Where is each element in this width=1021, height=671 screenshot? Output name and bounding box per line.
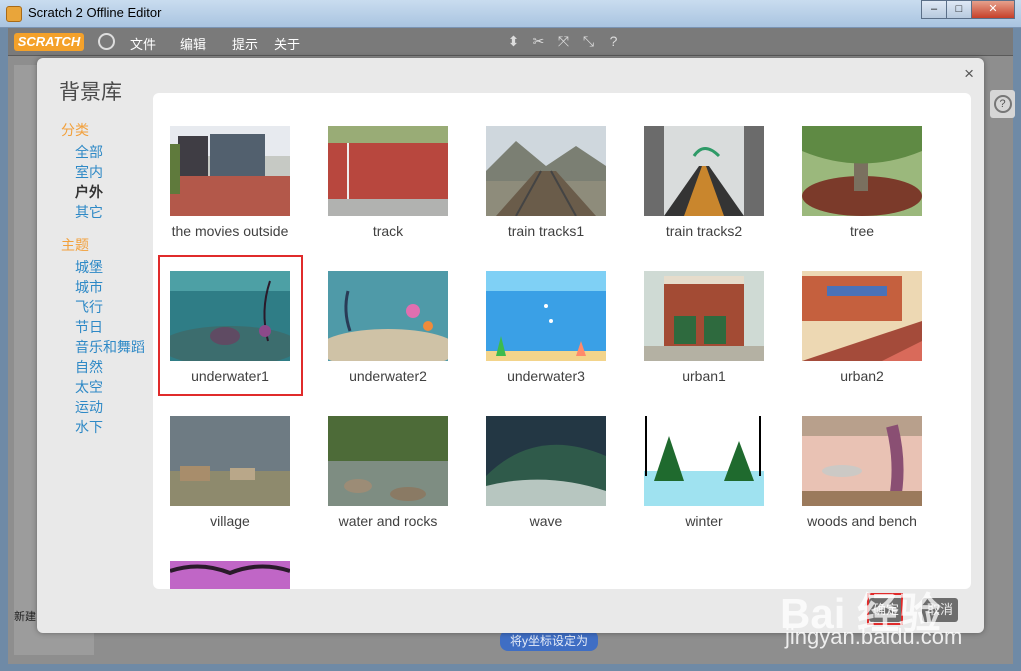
dialog-close-icon[interactable]: × [964, 64, 974, 84]
highlight-box-selected-tile [158, 255, 303, 396]
backdrop-label: underwater2 [349, 368, 427, 384]
backdrop-label: winter [685, 513, 723, 529]
cut-icon[interactable]: ✂ [530, 33, 547, 50]
theme-nature[interactable]: 自然 [75, 357, 103, 377]
menu-tips[interactable]: 提示 [232, 34, 258, 53]
dialog-title: 背景库 [59, 81, 122, 104]
backdrop-tile[interactable] [153, 528, 297, 589]
category-other[interactable]: 其它 [75, 202, 103, 222]
backdrop-thumbnail [328, 126, 448, 216]
maximize-button[interactable]: □ [946, 0, 972, 19]
backdrop-thumbnail [802, 126, 922, 216]
backdrop-thumbnail [170, 561, 290, 589]
backdrop-label: urban1 [682, 368, 726, 384]
backdrop-label: village [210, 513, 250, 529]
backdrop-tile[interactable]: winter [627, 383, 771, 529]
shrink-icon[interactable]: ⤡ [580, 33, 597, 50]
theme-underwater[interactable]: 水下 [75, 417, 103, 437]
backdrop-label: track [372, 223, 404, 239]
backdrop-thumbnail [644, 126, 764, 216]
window-title: Scratch 2 Offline Editor [28, 5, 162, 20]
themes-heading: 主题 [61, 237, 89, 253]
category-all[interactable]: 全部 [75, 142, 103, 162]
backdrop-label: train tracks2 [665, 223, 743, 239]
scratch-cat-icon [6, 6, 22, 22]
theme-sports[interactable]: 运动 [75, 397, 103, 417]
category-indoors[interactable]: 室内 [75, 162, 103, 182]
backdrop-label: wave [529, 513, 563, 529]
backdrop-tile[interactable]: tree [785, 93, 929, 239]
theme-flying[interactable]: 飞行 [75, 297, 103, 317]
menu-about[interactable]: 关于 [274, 34, 300, 53]
menu-file[interactable]: 文件 [130, 34, 156, 53]
backdrop-thumbnail [802, 416, 922, 506]
backdrop-label: woods and bench [807, 513, 917, 529]
tips-button[interactable]: ? [990, 90, 1015, 118]
toolbar: ⬍ ✂ ⤧ ⤡ ? [505, 33, 622, 50]
menu-edit[interactable]: 编辑 [180, 34, 206, 53]
categories-heading: 分类 [61, 122, 89, 138]
backdrop-tile[interactable]: underwater2 [311, 238, 455, 384]
question-icon: ? [993, 95, 1012, 113]
backdrop-thumbnail [328, 271, 448, 361]
backdrop-tile[interactable]: urban2 [785, 238, 929, 384]
backdrop-thumbnail [328, 416, 448, 506]
watermark-url: jingyan.baidu.com [785, 624, 963, 649]
backdrop-label: train tracks1 [507, 223, 585, 239]
backdrop-tile[interactable]: urban1 [627, 238, 771, 384]
backdrop-tile[interactable]: village [153, 383, 297, 529]
backdrop-tile[interactable]: woods and bench [785, 383, 929, 529]
theme-castle[interactable]: 城堡 [75, 257, 103, 277]
backdrop-tile[interactable]: underwater3 [469, 238, 613, 384]
backdrop-thumbnail [170, 416, 290, 506]
globe-icon[interactable] [98, 33, 115, 50]
theme-space[interactable]: 太空 [75, 377, 103, 397]
backdrop-tile[interactable]: wave [469, 383, 613, 529]
scratch-menubar: SCRATCH 文件 编辑 提示 关于 ⬍ ✂ ⤧ ⤡ ? [8, 28, 1013, 56]
backdrop-thumbnail [486, 126, 606, 216]
backdrop-thumbnail [486, 271, 606, 361]
backdrop-thumbnail [486, 416, 606, 506]
backdrop-thumbnail [170, 126, 290, 216]
grow-icon[interactable]: ⤧ [555, 33, 572, 50]
scratch-logo[interactable]: SCRATCH [14, 33, 84, 51]
backdrop-tile[interactable]: water and rocks [311, 383, 455, 529]
backdrop-tile[interactable]: track [311, 93, 455, 239]
backdrop-thumbnail [644, 271, 764, 361]
theme-music-dance[interactable]: 音乐和舞蹈 [75, 337, 145, 357]
backdrop-thumbnail [802, 271, 922, 361]
window-close-button[interactable]: ✕ [971, 0, 1015, 19]
backdrop-label: tree [849, 223, 875, 239]
window-titlebar: Scratch 2 Offline Editor – □ ✕ [0, 0, 1021, 28]
set-y-block[interactable]: 将y坐标设定为 [500, 630, 599, 651]
backdrop-label: the movies outside [171, 223, 289, 239]
minimize-button[interactable]: – [921, 0, 947, 19]
backdrop-label: urban2 [840, 368, 884, 384]
theme-city[interactable]: 城市 [75, 277, 103, 297]
category-outdoors[interactable]: 户外 [75, 182, 103, 202]
backdrop-tile[interactable]: the movies outside [153, 93, 297, 239]
help-icon[interactable]: ? [605, 33, 622, 50]
stamp-icon[interactable]: ⬍ [505, 33, 522, 50]
backdrop-tile[interactable]: train tracks2 [627, 93, 771, 239]
backdrop-tile[interactable]: train tracks1 [469, 93, 613, 239]
new-sprite-label: 新建 [14, 611, 36, 623]
backdrop-label: water and rocks [338, 513, 438, 529]
theme-holiday[interactable]: 节日 [75, 317, 103, 337]
backdrop-label: underwater3 [507, 368, 585, 384]
window-controls: – □ ✕ [921, 0, 1015, 20]
backdrop-thumbnail [644, 416, 764, 506]
